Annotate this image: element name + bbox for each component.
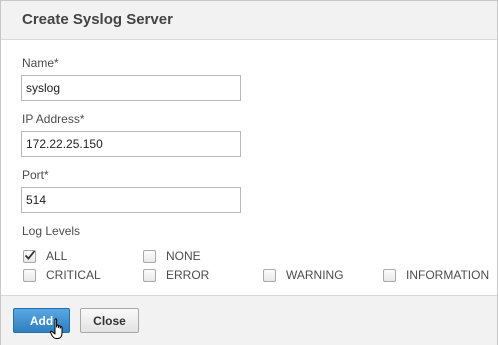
close-button[interactable]: Close bbox=[80, 308, 139, 333]
ip-address-field[interactable] bbox=[21, 131, 241, 157]
warning-checkbox-label: WARNING bbox=[286, 268, 344, 282]
none-checkbox-label: NONE bbox=[166, 249, 201, 263]
error-checkbox[interactable] bbox=[143, 268, 156, 282]
warning-checkbox[interactable] bbox=[263, 268, 276, 282]
checkmark-icon bbox=[24, 249, 36, 260]
all-checkbox[interactable] bbox=[23, 249, 36, 263]
create-syslog-server-dialog: Create Syslog Server Name* IP Address* P… bbox=[0, 0, 498, 345]
dialog-footer: Add Close bbox=[1, 295, 497, 345]
all-checkbox-label: ALL bbox=[46, 249, 68, 263]
information-checkbox-label: INFORMATION bbox=[406, 268, 490, 282]
critical-checkbox[interactable] bbox=[23, 268, 36, 282]
none-checkbox[interactable] bbox=[143, 249, 156, 263]
information-checkbox[interactable] bbox=[383, 268, 396, 282]
port-field[interactable] bbox=[21, 187, 241, 213]
name-label: Name* bbox=[22, 56, 59, 70]
log-level-all[interactable]: ALL bbox=[23, 249, 67, 263]
log-levels-label: Log Levels bbox=[22, 224, 81, 238]
log-level-information[interactable]: INFORMATION bbox=[383, 268, 489, 282]
error-checkbox-label: ERROR bbox=[166, 268, 210, 282]
dialog-title: Create Syslog Server bbox=[22, 11, 173, 28]
dialog-header: Create Syslog Server bbox=[1, 1, 497, 40]
log-level-warning[interactable]: WARNING bbox=[263, 268, 344, 282]
log-level-none[interactable]: NONE bbox=[143, 249, 201, 263]
log-level-critical[interactable]: CRITICAL bbox=[23, 268, 101, 282]
log-level-error[interactable]: ERROR bbox=[143, 268, 209, 282]
critical-checkbox-label: CRITICAL bbox=[46, 268, 101, 282]
port-label: Port* bbox=[22, 168, 49, 182]
name-field[interactable] bbox=[21, 75, 241, 101]
hand-cursor-icon bbox=[50, 318, 63, 339]
ip-address-label: IP Address* bbox=[22, 112, 85, 126]
